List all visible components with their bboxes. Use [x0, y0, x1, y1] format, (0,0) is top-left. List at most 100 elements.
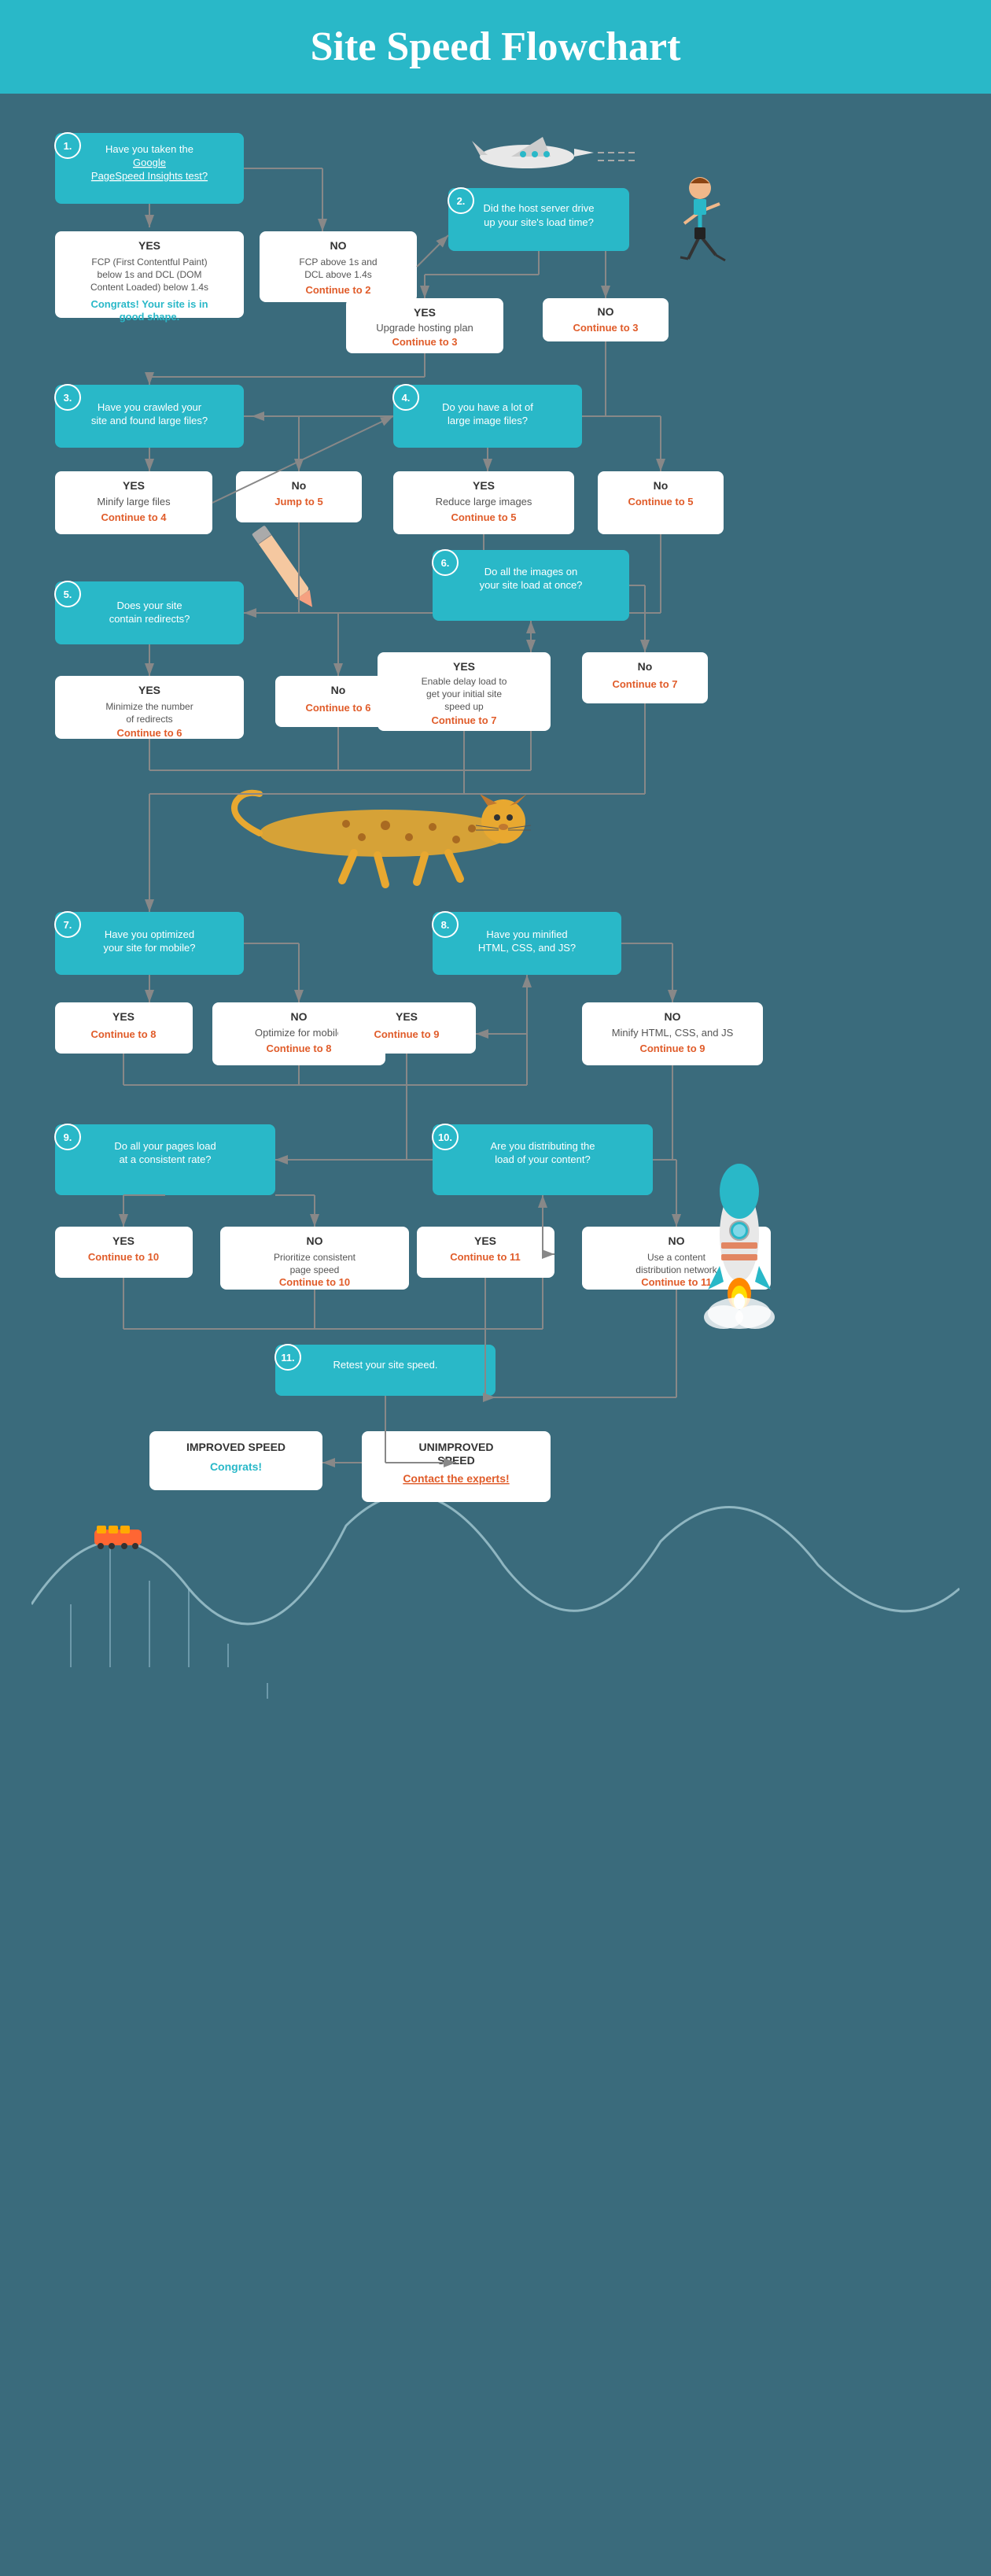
svg-text:load of your content?: load of your content?: [495, 1153, 590, 1165]
svg-text:PageSpeed Insights test?: PageSpeed Insights test?: [91, 170, 208, 182]
flowchart-section: 1. Have you taken the Google PageSpeed I…: [0, 94, 991, 2576]
svg-text:DCL above 1.4s: DCL above 1.4s: [304, 269, 372, 280]
svg-text:Continue to 5: Continue to 5: [451, 511, 516, 523]
svg-text:page speed: page speed: [290, 1264, 340, 1275]
svg-text:Continue to 9: Continue to 9: [374, 1028, 439, 1040]
svg-text:6.: 6.: [441, 557, 450, 569]
svg-text:Reduce large images: Reduce large images: [436, 496, 532, 507]
svg-text:Prioritize consistent: Prioritize consistent: [274, 1252, 356, 1263]
svg-text:Minify large files: Minify large files: [97, 496, 171, 507]
svg-text:Continue to 9: Continue to 9: [639, 1043, 705, 1054]
svg-text:HTML, CSS, and JS?: HTML, CSS, and JS?: [478, 942, 576, 954]
svg-text:2.: 2.: [457, 195, 466, 207]
svg-text:Do all the images on: Do all the images on: [484, 566, 578, 578]
svg-text:YES: YES: [414, 306, 436, 319]
svg-text:YES: YES: [112, 1234, 134, 1247]
svg-text:your site for mobile?: your site for mobile?: [103, 942, 195, 954]
svg-text:Have you crawled your: Have you crawled your: [98, 401, 202, 413]
svg-text:your site load at once?: your site load at once?: [480, 579, 583, 591]
svg-text:Contact the experts!: Contact the experts!: [403, 1472, 509, 1485]
svg-text:Continue to 7: Continue to 7: [431, 714, 496, 726]
svg-text:10.: 10.: [438, 1131, 452, 1143]
svg-text:NO: NO: [291, 1010, 308, 1023]
header: Site Speed Flowchart: [0, 0, 991, 94]
svg-text:IMPROVED SPEED: IMPROVED SPEED: [186, 1441, 286, 1453]
svg-text:Enable delay load to: Enable delay load to: [422, 676, 507, 687]
flowchart-svg: 1. Have you taken the Google PageSpeed I…: [31, 109, 960, 2548]
page-title: Site Speed Flowchart: [16, 24, 975, 70]
svg-text:7.: 7.: [64, 919, 72, 931]
svg-text:Do all your pages load: Do all your pages load: [114, 1140, 216, 1152]
svg-text:4.: 4.: [402, 392, 411, 404]
svg-text:8.: 8.: [441, 919, 450, 931]
svg-text:Are you distributing the: Are you distributing the: [491, 1140, 595, 1152]
svg-text:YES: YES: [112, 1010, 134, 1023]
svg-text:Congrats!: Congrats!: [210, 1460, 262, 1473]
svg-text:YES: YES: [138, 239, 160, 252]
svg-text:YES: YES: [123, 479, 145, 492]
svg-text:Have you taken the: Have you taken the: [105, 143, 193, 155]
svg-text:Continue to 6: Continue to 6: [305, 702, 370, 714]
svg-text:YES: YES: [138, 684, 160, 696]
svg-text:Continue to 2: Continue to 2: [305, 284, 370, 296]
svg-text:Continue to 6: Continue to 6: [116, 727, 182, 739]
svg-text:NO: NO: [330, 239, 347, 252]
svg-text:NO: NO: [669, 1234, 685, 1247]
svg-text:NO: NO: [665, 1010, 681, 1023]
svg-text:FCP (First Contentful Paint): FCP (First Contentful Paint): [91, 256, 207, 268]
svg-text:at a consistent rate?: at a consistent rate?: [119, 1153, 211, 1165]
svg-text:Minify HTML, CSS, and JS: Minify HTML, CSS, and JS: [612, 1027, 734, 1039]
svg-text:Congrats! Your site is in: Congrats! Your site is in: [90, 298, 208, 310]
svg-text:up your site's load time?: up your site's load time?: [484, 216, 594, 228]
svg-text:YES: YES: [473, 479, 495, 492]
svg-text:YES: YES: [474, 1234, 496, 1247]
svg-text:FCP above 1s and: FCP above 1s and: [299, 256, 377, 268]
svg-text:Have you minified: Have you minified: [486, 928, 567, 940]
svg-text:Continue to 8: Continue to 8: [90, 1028, 156, 1040]
svg-text:Upgrade hosting plan: Upgrade hosting plan: [376, 322, 473, 334]
svg-text:No: No: [331, 684, 346, 696]
svg-text:Google: Google: [133, 157, 166, 168]
svg-text:site and found large files?: site and found large files?: [91, 415, 208, 426]
svg-text:Continue to 4: Continue to 4: [101, 511, 167, 523]
svg-text:1.: 1.: [64, 140, 72, 152]
svg-text:5.: 5.: [64, 589, 72, 600]
svg-text:good shape.: good shape.: [120, 311, 180, 323]
svg-text:No: No: [292, 479, 307, 492]
svg-text:Continue to 5: Continue to 5: [628, 496, 693, 507]
svg-text:Continue to 7: Continue to 7: [612, 678, 677, 690]
svg-text:below 1s and DCL (DOM: below 1s and DCL (DOM: [98, 269, 202, 280]
svg-text:Do you have a lot of: Do you have a lot of: [442, 401, 533, 413]
svg-text:Have you optimized: Have you optimized: [105, 928, 194, 940]
svg-text:9.: 9.: [64, 1131, 72, 1143]
svg-text:Jump to 5: Jump to 5: [274, 496, 322, 507]
svg-text:Minimize the number: Minimize the number: [105, 701, 193, 712]
svg-text:Continue to 10: Continue to 10: [279, 1276, 350, 1288]
svg-text:Optimize for mobile: Optimize for mobile: [255, 1027, 343, 1039]
svg-text:Continue to 8: Continue to 8: [266, 1043, 331, 1054]
svg-text:Continue to 10: Continue to 10: [88, 1251, 159, 1263]
svg-text:distribution network: distribution network: [635, 1264, 717, 1275]
svg-text:No: No: [654, 479, 669, 492]
svg-text:SPEED: SPEED: [437, 1454, 474, 1467]
svg-text:Continue to 11: Continue to 11: [641, 1276, 712, 1288]
svg-text:Continue to 3: Continue to 3: [392, 336, 457, 348]
svg-text:No: No: [638, 660, 653, 673]
svg-text:3.: 3.: [64, 392, 72, 404]
svg-text:get your initial site: get your initial site: [426, 688, 502, 699]
svg-text:large image files?: large image files?: [448, 415, 528, 426]
svg-text:YES: YES: [396, 1010, 418, 1023]
svg-text:NO: NO: [307, 1234, 323, 1247]
svg-text:Continue to 3: Continue to 3: [573, 322, 638, 334]
svg-text:Retest your site speed.: Retest your site speed.: [333, 1359, 438, 1371]
svg-text:UNIMPROVED: UNIMPROVED: [419, 1441, 494, 1453]
svg-text:Content Loaded) below 1.4s: Content Loaded) below 1.4s: [90, 282, 208, 293]
svg-text:Continue to 11: Continue to 11: [450, 1251, 521, 1263]
svg-text:Use a content: Use a content: [647, 1252, 706, 1263]
svg-text:YES: YES: [453, 660, 475, 673]
flowchart-wrap: 1. Have you taken the Google PageSpeed I…: [31, 109, 960, 2552]
svg-text:contain redirects?: contain redirects?: [109, 613, 190, 625]
svg-text:Did the host server drive: Did the host server drive: [484, 202, 595, 214]
svg-text:NO: NO: [598, 305, 614, 318]
svg-text:Does your site: Does your site: [116, 600, 182, 611]
